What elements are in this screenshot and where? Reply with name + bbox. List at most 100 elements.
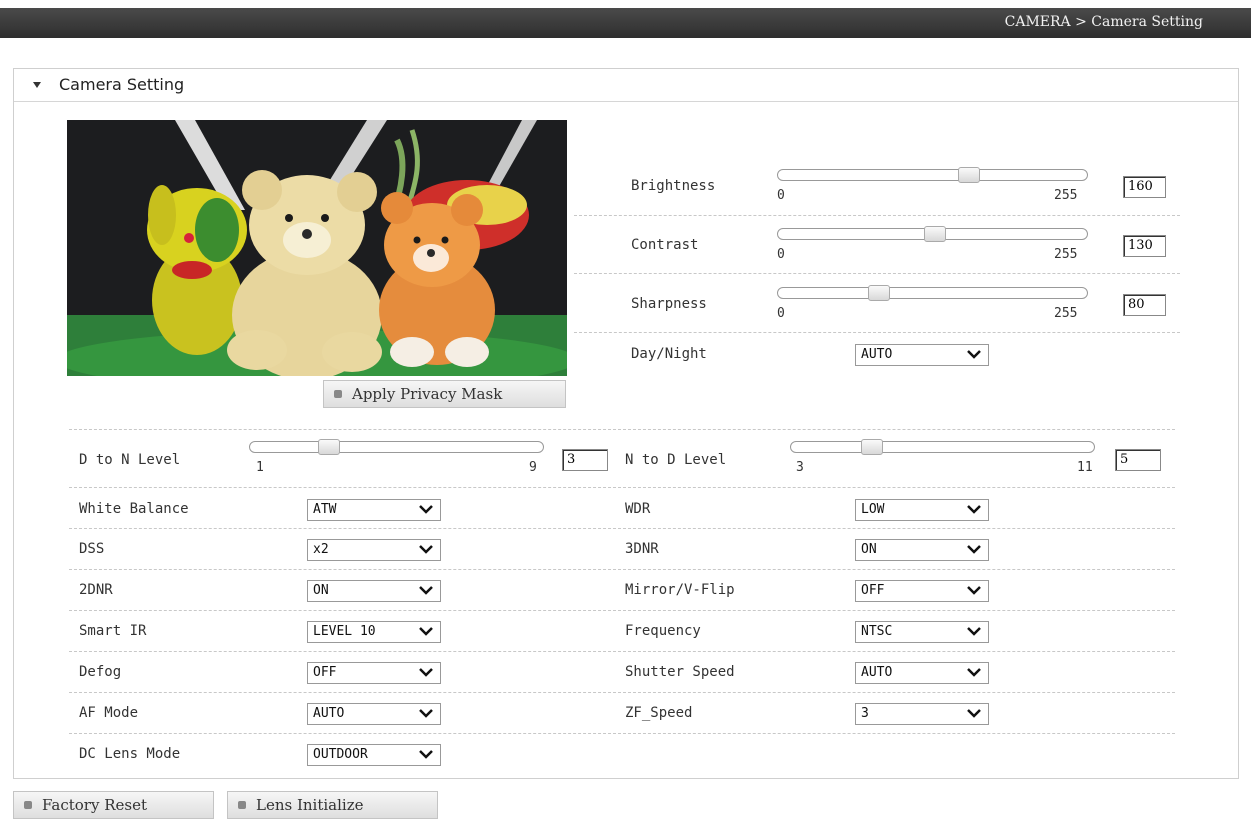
contrast-slider-thumb[interactable] (924, 226, 946, 242)
n-to-d-level-slider-thumb[interactable] (861, 439, 883, 455)
brightness-slider-thumb[interactable] (958, 167, 980, 183)
white-balance-label: White Balance (79, 501, 189, 517)
d-to-n-level-max: 9 (529, 460, 537, 475)
sharpness-max: 255 (1054, 306, 1078, 321)
dc-lens-mode-value: OUTDOOR (313, 747, 368, 762)
divider (574, 273, 1180, 274)
brightness-slider[interactable] (777, 167, 1088, 183)
lens-initialize-label: Lens Initialize (256, 796, 364, 814)
chevron-down-icon (419, 750, 433, 759)
sharpness-slider-thumb[interactable] (868, 285, 890, 301)
day-night-label: Day/Night (631, 346, 707, 362)
camera-preview-image (67, 120, 567, 376)
2dnr-label: 2DNR (79, 582, 113, 598)
chevron-down-icon (967, 668, 981, 677)
zf-speed-select[interactable]: 3 (855, 703, 989, 725)
2dnr-value: ON (313, 583, 329, 598)
af-mode-value: AUTO (313, 706, 345, 721)
3dnr-select[interactable]: ON (855, 539, 989, 561)
wdr-select[interactable]: LOW (855, 499, 989, 521)
breadcrumb: CAMERA > Camera Setting (1004, 14, 1203, 30)
sharpness-slider[interactable] (777, 285, 1088, 301)
n-to-d-level-value-input[interactable]: 5 (1115, 449, 1161, 471)
sharpness-label: Sharpness (631, 296, 707, 312)
chevron-down-icon (967, 350, 981, 359)
mirror-v-flip-label: Mirror/V-Flip (625, 582, 735, 598)
dc-lens-mode-label: DC Lens Mode (79, 746, 181, 762)
wdr-label: WDR (625, 501, 651, 517)
d-to-n-level-slider[interactable] (249, 439, 544, 455)
d-to-n-level-label: D to N Level (79, 452, 181, 468)
n-to-d-level-min: 3 (796, 460, 804, 475)
af-mode-select[interactable]: AUTO (307, 703, 441, 725)
chevron-down-icon (967, 586, 981, 595)
d-to-n-level-slider-thumb[interactable] (318, 439, 340, 455)
d-to-n-level-value-input[interactable]: 3 (562, 449, 608, 471)
sharpness-min: 0 (777, 306, 785, 321)
square-bullet-icon (238, 801, 246, 809)
dss-select[interactable]: x2 (307, 539, 441, 561)
frequency-label: Frequency (625, 623, 701, 639)
apply-privacy-mask-label: Apply Privacy Mask (352, 385, 503, 403)
chevron-down-icon (419, 505, 433, 514)
white-balance-select[interactable]: ATW (307, 499, 441, 521)
contrast-label: Contrast (631, 237, 699, 253)
shutter-speed-value: AUTO (861, 665, 893, 680)
zf-speed-value: 3 (861, 706, 869, 721)
dc-lens-mode-select[interactable]: OUTDOOR (307, 744, 441, 766)
top-bar: CAMERA > Camera Setting (0, 8, 1251, 38)
caret-down-icon[interactable] (33, 82, 41, 88)
divider (574, 215, 1180, 216)
brightness-value-input[interactable]: 160 (1123, 176, 1166, 198)
chevron-down-icon (419, 627, 433, 636)
day-night-select[interactable]: AUTO (855, 344, 989, 366)
defog-select[interactable]: OFF (307, 662, 441, 684)
smart-ir-label: Smart IR (79, 623, 147, 639)
frequency-select[interactable]: NTSC (855, 621, 989, 643)
dss-value: x2 (313, 542, 329, 557)
panel-title: Camera Setting (59, 75, 185, 94)
wdr-value: LOW (861, 502, 885, 517)
chevron-down-icon (967, 627, 981, 636)
white-balance-value: ATW (313, 502, 337, 517)
apply-privacy-mask-button[interactable]: Apply Privacy Mask (323, 380, 566, 408)
n-to-d-level-label: N to D Level (625, 452, 727, 468)
mirror-v-flip-select[interactable]: OFF (855, 580, 989, 602)
factory-reset-label: Factory Reset (42, 796, 147, 814)
frequency-value: NTSC (861, 624, 893, 639)
panel-header[interactable]: Camera Setting (14, 69, 1238, 102)
3dnr-value: ON (861, 542, 877, 557)
chevron-down-icon (967, 709, 981, 718)
2dnr-select[interactable]: ON (307, 580, 441, 602)
chevron-down-icon (419, 545, 433, 554)
n-to-d-level-max: 11 (1077, 460, 1093, 475)
day-night-value: AUTO (861, 347, 893, 362)
factory-reset-button[interactable]: Factory Reset (13, 791, 214, 819)
camera-setting-panel: Camera Setting Apply Privacy Mask Bright… (13, 68, 1239, 779)
n-to-d-level-slider[interactable] (790, 439, 1095, 455)
shutter-speed-select[interactable]: AUTO (855, 662, 989, 684)
brightness-max: 255 (1054, 188, 1078, 203)
divider (574, 332, 1180, 333)
chevron-down-icon (419, 586, 433, 595)
zf-speed-label: ZF_Speed (625, 705, 693, 721)
shutter-speed-label: Shutter Speed (625, 664, 735, 680)
divider (69, 651, 1175, 652)
contrast-value-input[interactable]: 130 (1123, 235, 1166, 257)
square-bullet-icon (334, 390, 342, 398)
sharpness-value-input[interactable]: 80 (1123, 294, 1166, 316)
chevron-down-icon (419, 668, 433, 677)
smart-ir-value: LEVEL 10 (313, 624, 376, 639)
divider (69, 692, 1175, 693)
divider (69, 528, 1175, 529)
af-mode-label: AF Mode (79, 705, 139, 721)
brightness-min: 0 (777, 188, 785, 203)
contrast-slider[interactable] (777, 226, 1088, 242)
contrast-max: 255 (1054, 247, 1078, 262)
smart-ir-select[interactable]: LEVEL 10 (307, 621, 441, 643)
contrast-min: 0 (777, 247, 785, 262)
divider (69, 429, 1175, 430)
chevron-down-icon (419, 709, 433, 718)
lens-initialize-button[interactable]: Lens Initialize (227, 791, 438, 819)
divider (69, 610, 1175, 611)
